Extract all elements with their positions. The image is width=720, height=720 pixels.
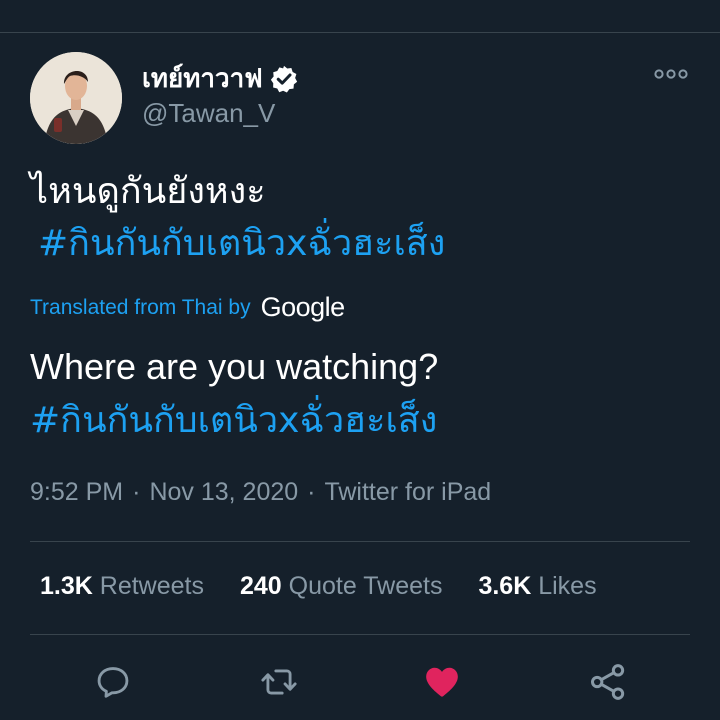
- retweet-icon: [261, 669, 297, 695]
- translated-from-label: Translated from Thai by: [30, 295, 251, 319]
- retweets-stat[interactable]: 1.3K Retweets: [40, 572, 204, 601]
- divider: [30, 541, 690, 542]
- quote-tweets-count: 240: [239, 572, 282, 600]
- likes-stat[interactable]: 3.6K Likes: [478, 572, 596, 601]
- translated-text-line: Where are you watching?: [30, 346, 439, 387]
- tweet-text-line: ไหนดูกันยังหงะ: [30, 171, 266, 212]
- author-handle[interactable]: @Tawan_V: [142, 98, 275, 129]
- author-name-row[interactable]: เทย์ทาวาฟ: [142, 58, 299, 99]
- reply-button[interactable]: [93, 662, 133, 702]
- tweet-date[interactable]: Nov 13, 2020: [149, 478, 298, 506]
- verified-badge-icon: [269, 64, 299, 94]
- share-button[interactable]: [588, 662, 628, 702]
- divider: [30, 634, 690, 635]
- more-options-icon[interactable]: [654, 64, 688, 84]
- retweets-label: Retweets: [99, 572, 204, 600]
- tweet-text: ไหนดูกันยังหงะ #กินกันกับเตนิวxฉั่วฮะเส็…: [30, 166, 690, 270]
- translation-attribution: Translated from Thai by Google: [30, 292, 345, 323]
- tweet-source[interactable]: Twitter for iPad: [324, 478, 491, 506]
- tweet-time[interactable]: 9:52 PM: [30, 478, 123, 506]
- quote-tweets-label: Quote Tweets: [288, 572, 443, 600]
- meta-separator: ·: [307, 478, 316, 506]
- google-logo: Google: [260, 292, 346, 322]
- quote-tweets-stat[interactable]: 240 Quote Tweets: [240, 572, 442, 601]
- top-divider: [0, 32, 720, 33]
- hashtag-link[interactable]: #กินกันกับเตนิวxฉั่วฮะเส็ง: [30, 218, 690, 270]
- reply-icon: [97, 667, 129, 698]
- translated-hashtag-link[interactable]: #กินกันกับเตนิวxฉั่วฮะเส็ง: [30, 394, 690, 448]
- meta-separator: ·: [132, 478, 141, 506]
- retweet-button[interactable]: [259, 662, 299, 702]
- likes-label: Likes: [538, 572, 597, 600]
- display-name[interactable]: เทย์ทาวาฟ: [142, 58, 263, 99]
- avatar[interactable]: [30, 52, 122, 144]
- tweet-stats: 1.3K Retweets 240 Quote Tweets 3.6K Like…: [40, 572, 597, 601]
- share-icon: [591, 664, 625, 700]
- retweets-count: 1.3K: [40, 572, 93, 600]
- tweet-meta: 9:52 PM · Nov 13, 2020 · Twitter for iPad: [30, 478, 491, 507]
- heart-icon: [426, 667, 458, 697]
- likes-count: 3.6K: [478, 572, 532, 600]
- like-button[interactable]: [422, 662, 462, 702]
- translated-text: Where are you watching? #กินกันกับเตนิวx…: [30, 340, 690, 448]
